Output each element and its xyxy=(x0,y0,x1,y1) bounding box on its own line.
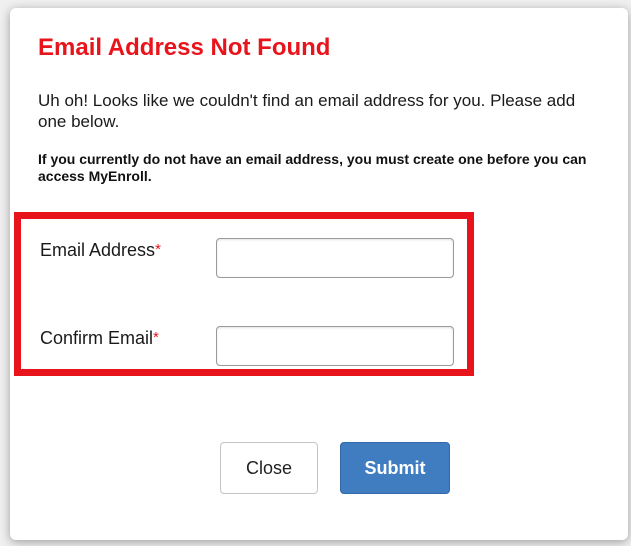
confirm-email-input[interactable] xyxy=(216,326,454,366)
dialog-message: Uh oh! Looks like we couldn't find an em… xyxy=(38,91,576,131)
submit-button[interactable]: Submit xyxy=(340,442,450,494)
required-marker: * xyxy=(155,241,161,258)
confirm-email-label-text: Confirm Email xyxy=(40,328,154,348)
close-button[interactable]: Close xyxy=(220,442,318,494)
email-address-label: Email Address* xyxy=(40,240,161,261)
email-address-input[interactable] xyxy=(216,238,454,278)
required-marker: * xyxy=(153,329,159,346)
page: Email Address Not Found Uh oh! Looks lik… xyxy=(0,0,631,546)
email-address-label-text: Email Address xyxy=(40,240,156,260)
dialog-note: If you currently do not have an email ad… xyxy=(38,151,587,184)
confirm-email-label: Confirm Email* xyxy=(40,328,159,349)
dialog-title: Email Address Not Found xyxy=(38,34,331,61)
email-not-found-dialog: Email Address Not Found Uh oh! Looks lik… xyxy=(10,8,628,540)
